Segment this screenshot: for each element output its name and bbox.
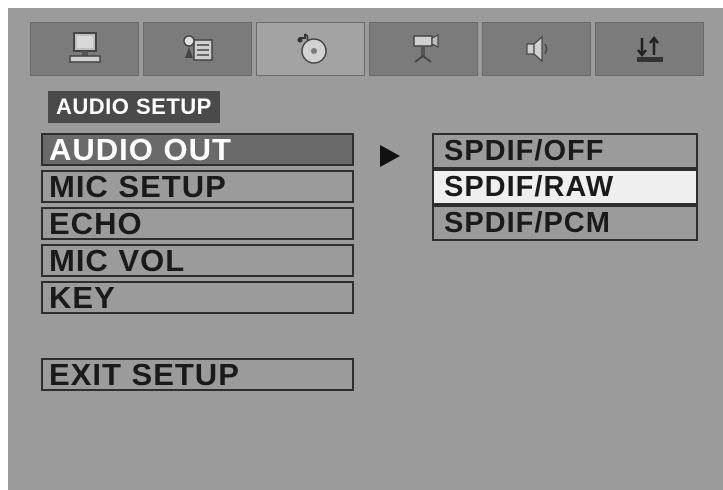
menu-item-mic-vol[interactable]: MIC VOL xyxy=(41,244,354,277)
menu-item-key[interactable]: KEY xyxy=(41,281,354,314)
monitor-icon xyxy=(68,32,101,63)
menu-item-mic-setup[interactable]: MIC SETUP xyxy=(41,170,354,203)
submenu-arrow-icon xyxy=(380,145,400,167)
menu-item-audio-out[interactable]: AUDIO OUT xyxy=(41,133,354,166)
menu-item-echo[interactable]: ECHO xyxy=(41,207,354,240)
speaker-icon xyxy=(525,35,547,63)
tab-video[interactable] xyxy=(369,22,478,76)
tab-audio[interactable] xyxy=(256,22,365,76)
video-camera-icon xyxy=(412,34,439,63)
tab-speaker[interactable] xyxy=(482,22,591,76)
disc-audio-icon xyxy=(297,33,327,64)
option-spdif-pcm[interactable]: SPDIF/PCM xyxy=(432,205,698,241)
tab-general[interactable] xyxy=(30,22,139,76)
dvd-setup-screen: AUDIO SETUP AUDIO OUT MIC SETUP ECHO MIC… xyxy=(8,8,723,490)
language-settings-icon xyxy=(182,35,213,61)
setup-tab-bar xyxy=(30,22,704,76)
section-title: AUDIO SETUP xyxy=(48,91,220,123)
tab-language[interactable] xyxy=(143,22,252,76)
option-spdif-raw[interactable]: SPDIF/RAW xyxy=(432,169,698,205)
option-spdif-off[interactable]: SPDIF/OFF xyxy=(432,133,698,169)
tab-preference[interactable] xyxy=(595,22,704,76)
exit-setup-button[interactable]: EXIT SETUP xyxy=(41,358,354,391)
sort-arrows-icon xyxy=(636,35,663,62)
